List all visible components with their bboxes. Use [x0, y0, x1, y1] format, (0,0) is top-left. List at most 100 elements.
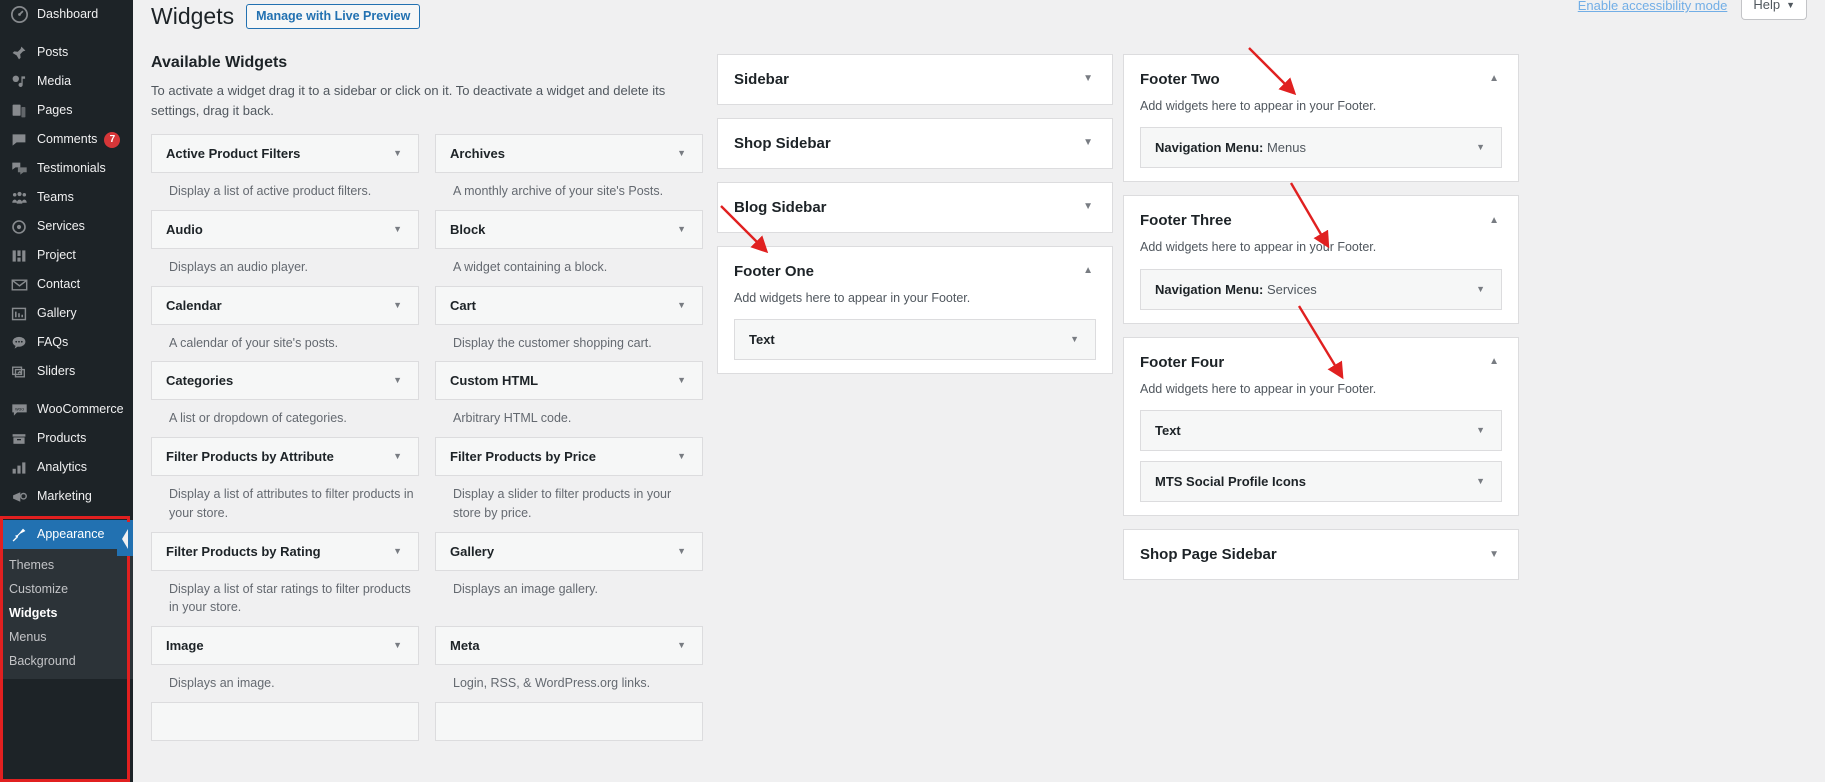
- chevron-down-icon[interactable]: ▼: [1484, 548, 1504, 562]
- chevron-down-icon[interactable]: ▼: [389, 222, 406, 237]
- sidebar-panel-description: Add widgets here to appear in your Foote…: [1140, 239, 1502, 257]
- menu-group-commerce: woo WooCommerce Products Analytics Marke…: [0, 395, 133, 511]
- sidebar-panel-name: Shop Page Sidebar: [1140, 546, 1277, 563]
- widget-gallery[interactable]: Gallery ▼: [435, 532, 703, 571]
- enable-accessibility-mode-link[interactable]: Enable accessibility mode: [1578, 0, 1728, 13]
- chevron-down-icon[interactable]: ▼: [1078, 72, 1098, 86]
- appearance-icon: [9, 526, 29, 544]
- sidebars-column-middle: Sidebar ▼ Shop Sidebar ▼ Blog Sidebar ▼ …: [717, 54, 1113, 388]
- submenu-item-widgets[interactable]: Widgets: [0, 601, 133, 625]
- chevron-up-icon[interactable]: ▲: [1484, 72, 1504, 86]
- sidebar-item-analytics[interactable]: Analytics: [0, 453, 133, 482]
- chevron-down-icon[interactable]: ▼: [1472, 423, 1489, 438]
- menu-group-content: Posts Media Pages Comments 7 Testimoni: [0, 38, 133, 386]
- sidebar-item-label: Contact: [37, 278, 80, 291]
- widget-partial-left[interactable]: [151, 702, 419, 741]
- widget-audio[interactable]: Audio ▼: [151, 210, 419, 249]
- chevron-down-icon[interactable]: ▼: [389, 544, 406, 559]
- widget-active-product-filters[interactable]: Active Product Filters ▼: [151, 134, 419, 173]
- assigned-widget-text[interactable]: Text ▼: [734, 319, 1096, 360]
- sidebar-item-media[interactable]: Media: [0, 67, 133, 96]
- help-tab-button[interactable]: Help ▼: [1741, 0, 1807, 20]
- sidebar-panel-header[interactable]: Shop Sidebar ▼: [718, 119, 1112, 168]
- sidebar-item-sliders[interactable]: Sliders: [0, 357, 133, 386]
- chevron-up-icon[interactable]: ▲: [1078, 264, 1098, 278]
- chevron-down-icon[interactable]: ▼: [389, 638, 406, 653]
- widget-archives[interactable]: Archives ▼: [435, 134, 703, 173]
- sidebar-item-comments[interactable]: Comments 7: [0, 125, 133, 154]
- chevron-down-icon[interactable]: ▼: [389, 449, 406, 464]
- widget-custom-html[interactable]: Custom HTML ▼: [435, 361, 703, 400]
- widget-description: Display the customer shopping cart.: [435, 325, 703, 357]
- sidebar-item-appearance[interactable]: Appearance: [0, 520, 133, 549]
- sidebar-item-testimonials[interactable]: Testimonials: [0, 154, 133, 183]
- chevron-down-icon[interactable]: ▼: [1472, 474, 1489, 489]
- assigned-widget-title: Navigation Menu: Menus: [1155, 140, 1306, 155]
- widget-filter-products-by-rating[interactable]: Filter Products by Rating ▼: [151, 532, 419, 571]
- chevron-down-icon[interactable]: ▼: [673, 373, 690, 388]
- sidebar-panel-header[interactable]: Shop Page Sidebar ▼: [1124, 530, 1518, 579]
- chevron-down-icon[interactable]: ▼: [1472, 140, 1489, 155]
- chevron-down-icon[interactable]: ▼: [673, 638, 690, 653]
- widget-image[interactable]: Image ▼: [151, 626, 419, 665]
- submenu-item-menus[interactable]: Menus: [0, 625, 133, 649]
- chevron-up-icon[interactable]: ▲: [1484, 355, 1504, 369]
- widget-cell: [435, 702, 703, 741]
- chevron-down-icon[interactable]: ▼: [1078, 200, 1098, 214]
- chevron-up-icon[interactable]: ▲: [1484, 214, 1504, 228]
- chevron-down-icon[interactable]: ▼: [389, 373, 406, 388]
- chevron-down-icon[interactable]: ▼: [673, 146, 690, 161]
- widget-filter-products-by-price[interactable]: Filter Products by Price ▼: [435, 437, 703, 476]
- assigned-widget-navigation-menu-menus[interactable]: Navigation Menu: Menus ▼: [1140, 127, 1502, 168]
- assigned-widget-text[interactable]: Text ▼: [1140, 410, 1502, 451]
- sidebar-item-posts[interactable]: Posts: [0, 38, 133, 67]
- sidebar-item-woocommerce[interactable]: woo WooCommerce: [0, 395, 133, 424]
- chevron-down-icon[interactable]: ▼: [1472, 282, 1489, 297]
- dashboard-icon: [9, 6, 29, 24]
- sidebar-panel-blog-sidebar: Blog Sidebar ▼: [717, 182, 1113, 233]
- appearance-submenu: Themes Customize Widgets Menus Backgroun…: [0, 549, 133, 679]
- sidebar-item-faqs[interactable]: FAQs: [0, 328, 133, 357]
- sidebar-item-contact[interactable]: Contact: [0, 270, 133, 299]
- sidebar-item-project[interactable]: Project: [0, 241, 133, 270]
- sidebar-item-label: Sliders: [37, 365, 75, 378]
- chevron-down-icon[interactable]: ▼: [389, 298, 406, 313]
- sidebar-panel-header[interactable]: Blog Sidebar ▼: [718, 183, 1112, 232]
- widget-meta[interactable]: Meta ▼: [435, 626, 703, 665]
- sidebar-panel-header[interactable]: Sidebar ▼: [718, 55, 1112, 104]
- widget-calendar[interactable]: Calendar ▼: [151, 286, 419, 325]
- assigned-widget-mts-social-profile-icons[interactable]: MTS Social Profile Icons ▼: [1140, 461, 1502, 502]
- widget-filter-products-by-attribute[interactable]: Filter Products by Attribute ▼: [151, 437, 419, 476]
- submenu-item-background[interactable]: Background: [0, 649, 133, 673]
- widget-categories[interactable]: Categories ▼: [151, 361, 419, 400]
- sidebar-item-dashboard[interactable]: Dashboard: [0, 0, 133, 29]
- sidebar-item-marketing[interactable]: Marketing: [0, 482, 133, 511]
- sidebar-panel-header[interactable]: Footer Four ▲: [1124, 338, 1518, 387]
- widget-cell: Meta ▼ Login, RSS, & WordPress.org links…: [435, 626, 703, 697]
- sidebar-item-pages[interactable]: Pages: [0, 96, 133, 125]
- chevron-down-icon[interactable]: ▼: [389, 146, 406, 161]
- chevron-down-icon[interactable]: ▼: [673, 298, 690, 313]
- sidebar-panel-header[interactable]: Footer One ▲: [718, 247, 1112, 296]
- chevron-down-icon[interactable]: ▼: [1066, 332, 1083, 347]
- widget-title: Filter Products by Rating: [166, 544, 321, 559]
- sidebar-item-services[interactable]: Services: [0, 212, 133, 241]
- submenu-item-customize[interactable]: Customize: [0, 577, 133, 601]
- widget-partial-right[interactable]: [435, 702, 703, 741]
- chevron-down-icon[interactable]: ▼: [673, 544, 690, 559]
- widget-cart[interactable]: Cart ▼: [435, 286, 703, 325]
- manage-with-live-preview-button[interactable]: Manage with Live Preview: [246, 4, 420, 29]
- chevron-down-icon[interactable]: ▼: [1078, 136, 1098, 150]
- sidebar-panel-header[interactable]: Footer Two ▲: [1124, 55, 1518, 104]
- submenu-item-themes[interactable]: Themes: [0, 553, 133, 577]
- widget-title: Block: [450, 222, 485, 237]
- sidebar-item-products[interactable]: Products: [0, 424, 133, 453]
- admin-sidebar[interactable]: Dashboard Posts Media Pages Com: [0, 0, 133, 782]
- widget-block[interactable]: Block ▼: [435, 210, 703, 249]
- chevron-down-icon[interactable]: ▼: [673, 222, 690, 237]
- chevron-down-icon[interactable]: ▼: [673, 449, 690, 464]
- sidebar-panel-header[interactable]: Footer Three ▲: [1124, 196, 1518, 245]
- sidebar-item-gallery[interactable]: Gallery: [0, 299, 133, 328]
- assigned-widget-navigation-menu-services[interactable]: Navigation Menu: Services ▼: [1140, 269, 1502, 310]
- sidebar-item-teams[interactable]: Teams: [0, 183, 133, 212]
